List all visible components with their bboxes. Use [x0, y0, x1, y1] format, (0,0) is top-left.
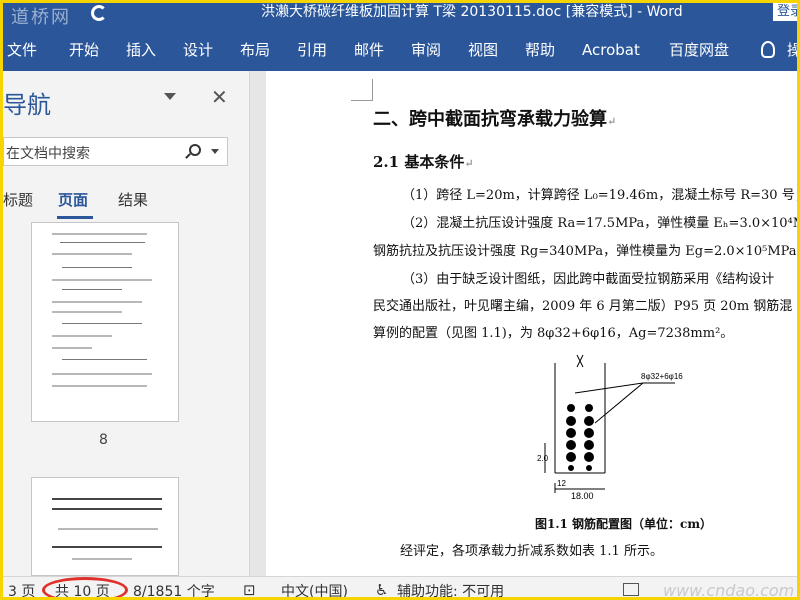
paragraph: 民交通出版社，叶见曙主编，2009 年 6 月第二版）P95 页 20m 钢筋混: [373, 299, 793, 314]
current-page-indicator[interactable]: 3 页: [8, 581, 35, 597]
document-page[interactable]: 二、跨中截面抗弯承载力验算↵ 2.1 基本条件↵ （1）跨径 L=20m，计算跨…: [266, 71, 800, 576]
document-area[interactable]: 二、跨中截面抗弯承载力验算↵ 2.1 基本条件↵ （1）跨径 L=20m，计算跨…: [250, 71, 800, 576]
section-heading: 二、跨中截面抗弯承载力验算↵: [373, 109, 617, 130]
search-dropdown-icon[interactable]: [211, 149, 219, 154]
accessibility-status[interactable]: 辅助功能: 不可用: [397, 581, 504, 597]
thumbnail-page-number: 8: [99, 432, 108, 448]
nav-tab-pages[interactable]: 页面: [58, 189, 88, 210]
autosave-icon[interactable]: [91, 5, 107, 21]
tab-review[interactable]: 审阅: [411, 40, 441, 60]
paragraph: 钢筋抗拉及抗压设计强度 Rg=340MPa，弹性模量为 Eg=2.0×10⁵MP…: [373, 244, 797, 259]
tab-file[interactable]: 文件: [7, 40, 37, 60]
page-corner-mark: [351, 79, 373, 101]
login-button[interactable]: 登录: [773, 3, 797, 21]
highlight-circle: [42, 577, 128, 597]
nav-pane-title: 导航: [3, 91, 51, 119]
tab-acrobat[interactable]: Acrobat: [582, 40, 640, 60]
width-dimension-label: 18.00: [571, 491, 594, 501]
word-window: 道桥网 洪濑大桥碳纤维板加固计算 T梁 20130115.doc [兼容模式] …: [0, 0, 800, 600]
search-input[interactable]: 在文档中搜索: [6, 143, 90, 163]
close-icon[interactable]: ✕: [211, 87, 228, 107]
tab-references[interactable]: 引用: [297, 40, 327, 60]
navigation-pane: 导航 ✕ 在文档中搜索 标题 页面 结果 8: [3, 71, 250, 576]
page-thumbnail[interactable]: [31, 477, 179, 576]
ribbon-tabs: 文件 开始 插入 设计 布局 引用 邮件 审阅 视图 帮助 Acrobat 百度…: [3, 25, 797, 71]
tab-help[interactable]: 帮助: [525, 40, 555, 60]
paragraph: 经评定，各项承载力折减系数如表 1.1 所示。: [400, 544, 663, 559]
tab-design[interactable]: 设计: [183, 40, 213, 60]
document-title: 洪濑大桥碳纤维板加固计算 T梁 20130115.doc [兼容模式] - Wo…: [261, 4, 683, 20]
tab-baidu-netdisk[interactable]: 百度网盘: [669, 40, 729, 60]
paragraph: 算例的配置（见图 1.1)，为 8φ32+6φ16，Ag=7238mm²。: [373, 326, 734, 341]
cover-dimension-label: 12: [557, 479, 566, 488]
search-icon[interactable]: [189, 144, 201, 156]
figure-caption: 图1.1 钢筋配置图（单位：cm）: [535, 517, 713, 531]
status-bar: 3 页 共 10 页 8/1851 个字 ⊡ 中文(中国) ♿ 辅助功能: 不可…: [3, 576, 797, 600]
paragraph: （1）跨径 L=20m，计算跨径 L₀=19.46m，混凝土标号 R=30 号；: [402, 188, 800, 203]
tab-layout[interactable]: 布局: [240, 40, 270, 60]
paragraph: （2）混凝土抗压设计强度 Ra=17.5MPa，弹性模量 Eₕ=3.0×10⁴M: [402, 216, 800, 231]
tab-home[interactable]: 开始: [69, 40, 99, 60]
tab-view[interactable]: 视图: [468, 40, 498, 60]
rebar-diagram: 8φ32+6φ16 18.00 12 2.0: [537, 354, 683, 501]
rebar-spec-label: 8φ32+6φ16: [641, 372, 683, 381]
nav-tab-headings[interactable]: 标题: [3, 189, 33, 210]
vertical-dimension-label: 2.0: [537, 454, 549, 463]
tell-me-label[interactable]: 操: [787, 40, 797, 60]
active-tab-indicator: [57, 216, 93, 219]
paragraph: （3）由于缺乏设计图纸，因此跨中截面受拉钢筋采用《结构设计: [402, 272, 775, 287]
language-indicator[interactable]: 中文(中国): [281, 581, 348, 597]
site-watermark: www.cndao.com: [663, 581, 795, 600]
nav-search-box[interactable]: 在文档中搜索: [3, 137, 228, 166]
lightbulb-icon[interactable]: [761, 41, 775, 58]
proofing-icon[interactable]: ⊡: [243, 581, 256, 597]
title-bar: 道桥网 洪濑大桥碳纤维板加固计算 T梁 20130115.doc [兼容模式] …: [3, 3, 797, 28]
nav-options-chevron-icon[interactable]: [164, 93, 176, 100]
nav-tab-results[interactable]: 结果: [118, 189, 148, 210]
page-thumbnail[interactable]: [31, 222, 179, 422]
subsection-heading: 2.1 基本条件↵: [373, 153, 474, 171]
tab-mailings[interactable]: 邮件: [354, 40, 384, 60]
word-count[interactable]: 8/1851 个字: [133, 581, 215, 597]
read-mode-icon[interactable]: [623, 583, 639, 596]
accessibility-icon[interactable]: ♿: [375, 581, 388, 597]
tab-insert[interactable]: 插入: [126, 40, 156, 60]
